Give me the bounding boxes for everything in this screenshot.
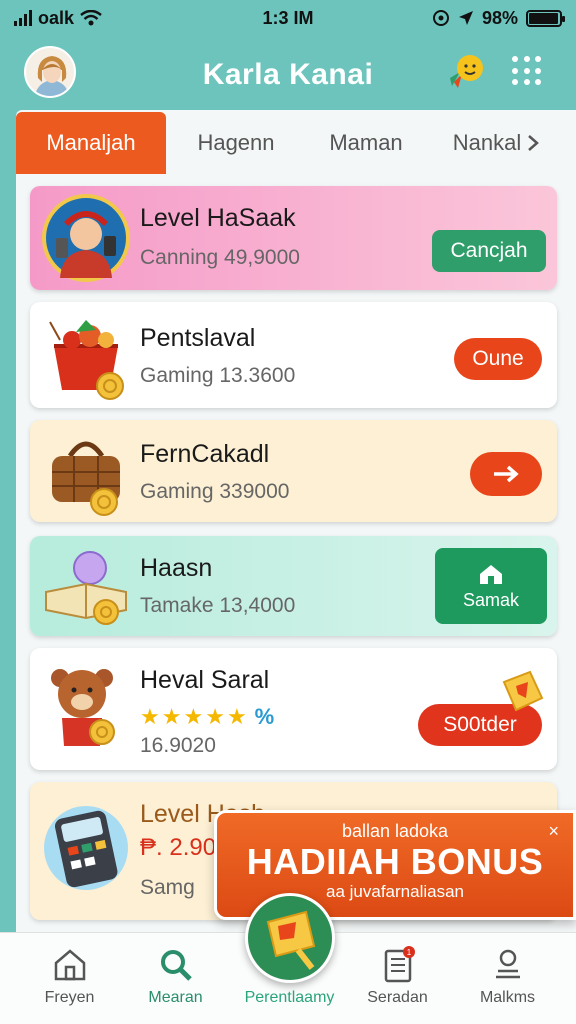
carrier-label: oalk xyxy=(38,7,75,28)
star-rating: ★ ★ ★ ★ ★ % xyxy=(140,704,274,730)
home-icon xyxy=(480,564,502,584)
arrow-right-button[interactable] xyxy=(470,452,542,496)
bonus-headline: HADIIAH BONUS xyxy=(246,841,544,882)
player-avatar-icon xyxy=(42,194,130,282)
app-title: Karla Kanai xyxy=(202,58,374,91)
close-icon[interactable]: × xyxy=(548,821,559,842)
document-icon: 1 xyxy=(384,946,415,983)
card-subtitle: Samg xyxy=(140,876,195,899)
app-header: Karla Kanai xyxy=(0,40,576,110)
star-icon: ★ xyxy=(140,704,160,729)
search-icon xyxy=(160,950,192,981)
avatar[interactable] xyxy=(24,46,76,98)
gift-badge[interactable] xyxy=(245,893,335,983)
card-title: Level HaSaak xyxy=(140,204,296,232)
fruit-basket-icon xyxy=(49,320,124,400)
location-arrow-icon xyxy=(458,11,473,25)
gift-icon xyxy=(266,910,316,970)
bear-mascot-icon xyxy=(51,669,115,746)
tab-maman[interactable]: Maman xyxy=(306,112,426,174)
list-item[interactable]: FernCakadl Gaming 339000 xyxy=(30,420,557,522)
tab-manaljah[interactable]: Manaljah xyxy=(16,112,166,174)
nav-item-malkms[interactable]: Malkms xyxy=(450,933,565,1024)
star-icon: ★ xyxy=(205,704,225,729)
card-title: FernCakadl xyxy=(140,440,270,468)
samak-button[interactable]: Samak xyxy=(435,548,547,624)
tab-bar: Manaljah Hagenn Maman Nankal xyxy=(16,112,576,174)
card-title: Pentslaval xyxy=(140,324,256,352)
battery-percent: 98% xyxy=(481,7,518,28)
nav-item-mearan[interactable]: Mearan xyxy=(118,933,233,1024)
status-time: 1:3 IM xyxy=(262,7,314,28)
wifi-icon xyxy=(80,10,102,26)
star-icon: ★ xyxy=(183,704,204,729)
card-subtitle: Canning 49,9000 xyxy=(140,246,300,269)
nav-item-freyen[interactable]: Freyen xyxy=(12,933,127,1024)
list-item[interactable]: Heval Saral ★ ★ ★ ★ ★ % 16.9020 S00tder xyxy=(30,648,557,770)
calculator-phone-icon xyxy=(44,806,128,890)
rating-percent: % xyxy=(254,704,275,729)
card-subtitle: Gaming 13.3600 xyxy=(140,364,296,387)
tab-nankal[interactable]: Nankal xyxy=(426,112,566,174)
signal-icon xyxy=(14,10,32,26)
list-item[interactable]: Pentslaval Gaming 13.3600 Oune xyxy=(30,302,557,408)
alarm-icon xyxy=(432,10,449,26)
list-item[interactable]: Level HaSaak Canning 49,9000 Cancjah xyxy=(30,186,557,290)
star-icon: ★ xyxy=(226,704,247,729)
bonus-top-text: ballan ladoka xyxy=(341,821,449,841)
status-bar: oalk 1:3 IM 98% xyxy=(0,0,576,36)
home-icon xyxy=(54,949,85,981)
card-subtitle: Gaming 339000 xyxy=(140,480,290,503)
picnic-basket-icon xyxy=(52,441,120,516)
chevron-right-icon xyxy=(528,135,540,151)
profile-icon xyxy=(495,949,520,979)
app-grid-menu-icon[interactable] xyxy=(512,56,542,86)
sun-mascot-icon[interactable] xyxy=(446,48,488,90)
card-title: Haasn xyxy=(140,554,213,582)
nav-item-seradan[interactable]: 1 Seradan xyxy=(340,933,455,1024)
star-icon: ★ xyxy=(161,704,182,729)
card-title: Heval Saral xyxy=(140,666,270,694)
magic-book-icon xyxy=(45,551,127,625)
oune-button[interactable]: Oune xyxy=(454,338,542,380)
svg-text:1: 1 xyxy=(406,948,411,957)
cancjah-button[interactable]: Cancjah xyxy=(432,230,546,272)
tab-hagenn[interactable]: Hagenn xyxy=(166,112,306,174)
ticket-badge-icon xyxy=(502,670,544,712)
battery-icon xyxy=(526,9,565,27)
list-item[interactable]: Haasn Tamake 13,4000 Samak xyxy=(30,536,557,636)
card-subtitle: 16.9020 xyxy=(140,734,216,757)
card-subtitle: Tamake 13,4000 xyxy=(140,594,296,617)
card-price: ₱. 2.90 xyxy=(140,834,217,861)
arrow-right-icon xyxy=(494,465,519,483)
